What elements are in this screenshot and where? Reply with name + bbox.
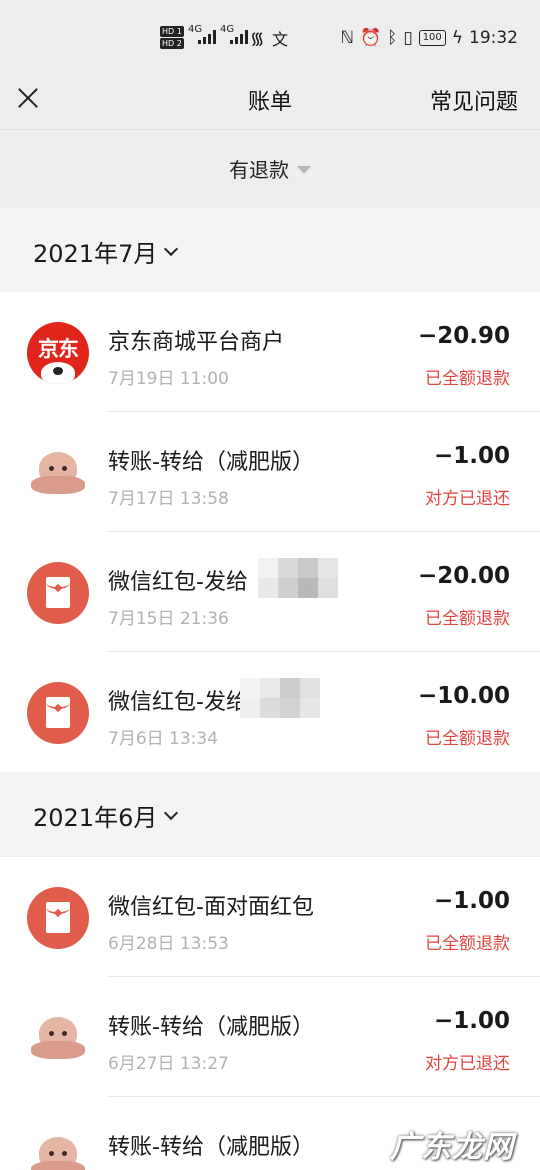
bill-name: 转账-转给（减肥版） <box>108 1135 314 1160</box>
bill-amount: −20.90 <box>417 323 510 349</box>
octopus-avatar-icon <box>27 1127 89 1170</box>
bill-row[interactable]: 转账-转给（减肥版） 6月27日 13:27 −1.00 对方已退还 <box>0 977 540 1097</box>
hd-badges: HD 1 HD 2 <box>160 26 184 50</box>
bill-row[interactable]: 转账-转给（减肥版） 7月17日 13:58 −1.00 对方已退还 <box>0 412 540 532</box>
wifi-icon: ᯾ <box>250 29 265 49</box>
charging-icon: ϟ <box>451 28 463 48</box>
signal-icon <box>198 30 216 44</box>
battery-icon: 100 <box>418 30 446 46</box>
translate-icon: 文 <box>272 30 289 49</box>
vibrate-icon: ▯ <box>403 28 413 48</box>
signal-icon <box>230 30 248 44</box>
red-packet-icon <box>27 562 89 624</box>
faq-link[interactable]: 常见问题 <box>430 84 518 116</box>
chevron-down-icon <box>163 805 179 821</box>
red-packet-icon <box>27 887 89 949</box>
red-packet-icon <box>27 682 89 744</box>
bill-row[interactable]: 京东 京东商城平台商户 7月19日 11:00 −20.90 已全额退款 <box>0 292 540 412</box>
chevron-down-icon <box>163 241 179 257</box>
month-label: 2021年6月 <box>33 804 158 832</box>
clock: 19:32 <box>469 28 518 48</box>
bill-name: 微信红包-发给 <box>108 570 248 595</box>
month-label: 2021年7月 <box>33 240 158 268</box>
dropdown-arrow-icon <box>297 166 311 174</box>
redacted-blur <box>258 558 338 606</box>
bill-date: 7月6日 13:34 <box>108 729 219 749</box>
bill-date: 7月17日 13:58 <box>108 489 229 509</box>
bill-amount: −1.00 <box>433 1008 510 1034</box>
bill-name: 微信红包-发给 <box>108 690 248 715</box>
bill-name: 转账-转给（减肥版） <box>108 450 314 475</box>
bill-name: 京东商城平台商户 <box>108 330 285 355</box>
refund-status: 已全额退款 <box>425 729 510 749</box>
octopus-avatar-icon <box>27 442 89 504</box>
bill-row[interactable]: 微信红包-发给 7月15日 21:36 −20.00 已全额退款 <box>0 532 540 652</box>
refund-status: 对方已退还 <box>425 489 510 509</box>
bill-row[interactable]: 微信红包-发给 7月6日 13:34 −10.00 已全额退款 <box>0 652 540 772</box>
nfc-icon: ℕ <box>340 28 354 48</box>
month-header[interactable]: 2021年7月 <box>0 208 540 292</box>
filter-bar[interactable]: 有退款 <box>0 131 540 208</box>
redacted-blur <box>240 678 320 726</box>
refund-status: 对方已退还 <box>425 1054 510 1074</box>
month-header[interactable]: 2021年6月 <box>0 772 540 856</box>
bill-amount: −1.00 <box>433 888 510 914</box>
bluetooth-icon: ᛒ <box>387 28 398 48</box>
bill-row[interactable]: 微信红包-面对面红包 6月28日 13:53 −1.00 已全额退款 <box>0 857 540 977</box>
bill-amount: −20.00 <box>417 563 510 589</box>
hd2-badge: HD 2 <box>160 38 184 49</box>
status-bar: HD 1 HD 2 4G 4G ᯾ 文 ℕ ⏰ ᛒ ▯ 100 ϟ 19:32 <box>0 0 540 78</box>
jd-logo-icon: 京东 <box>27 322 89 384</box>
bill-date: 7月19日 11:00 <box>108 369 229 389</box>
refund-status: 已全额退款 <box>425 609 510 629</box>
hd1-badge: HD 1 <box>160 26 184 37</box>
bill-date: 7月15日 21:36 <box>108 609 229 629</box>
bill-amount: −10.00 <box>417 683 510 709</box>
watermark: 广东龙网 <box>390 1130 514 1165</box>
filter-label[interactable]: 有退款 <box>229 154 289 183</box>
octopus-avatar-icon <box>27 1007 89 1069</box>
refund-status: 已全额退款 <box>425 934 510 954</box>
refund-status: 已全额退款 <box>425 369 510 389</box>
status-right: ℕ ⏰ ᛒ ▯ 100 ϟ 19:32 <box>340 28 518 48</box>
nav-bar: 账单 常见问题 <box>0 78 540 130</box>
bill-date: 6月27日 13:27 <box>108 1054 229 1074</box>
bill-name: 微信红包-面对面红包 <box>108 895 314 920</box>
bill-date: 6月28日 13:53 <box>108 934 229 954</box>
bill-amount: −1.00 <box>433 443 510 469</box>
bill-name: 转账-转给（减肥版） <box>108 1015 314 1040</box>
alarm-icon: ⏰ <box>359 28 382 48</box>
